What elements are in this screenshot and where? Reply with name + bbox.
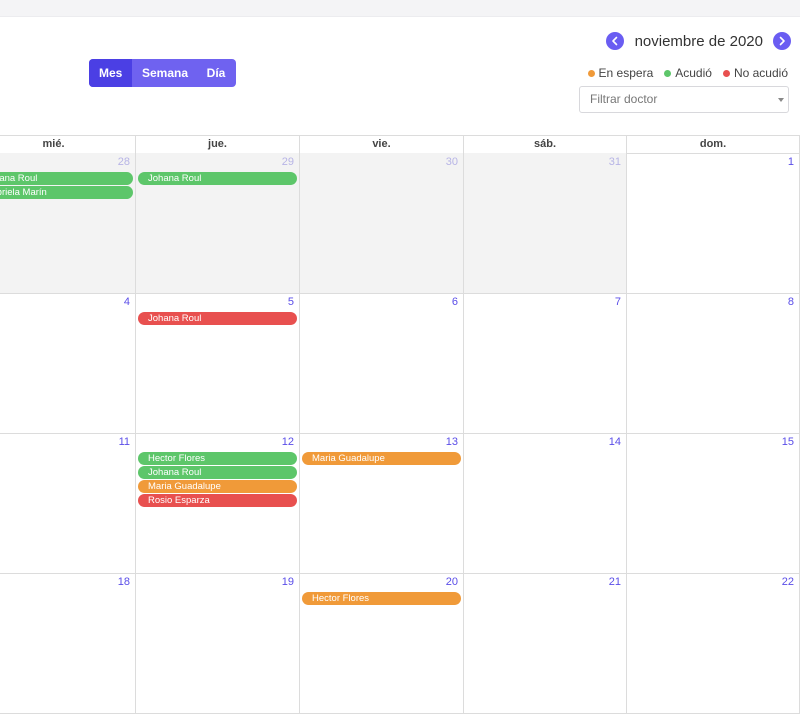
day-number[interactable]: 20 — [446, 576, 458, 588]
top-bar — [0, 0, 800, 17]
day-cell[interactable]: 13 Maria Guadalupe — [300, 433, 464, 573]
doctor-filter-placeholder: Filtrar doctor — [590, 92, 658, 106]
day-cell[interactable]: 5 Johana Roul — [136, 293, 300, 433]
day-number[interactable]: 22 — [782, 576, 794, 588]
day-number[interactable]: 1 — [788, 156, 794, 168]
day-cell[interactable]: 15 — [627, 433, 800, 573]
legend-dot-orange — [587, 69, 595, 77]
dropdown-arrow-icon — [778, 98, 784, 102]
legend-dot-green — [664, 69, 672, 77]
doctor-filter-select[interactable]: Filtrar doctor — [579, 86, 789, 113]
view-week-button[interactable]: Semana — [132, 59, 196, 87]
day-cell[interactable]: 20 Hector Flores — [300, 573, 464, 713]
day-cell[interactable]: 12 Hector Flores Johana Roul Maria Guadalup… — [136, 433, 300, 573]
day-number[interactable]: 15 — [782, 436, 794, 448]
chevron-left-icon — [611, 36, 617, 46]
day-cell[interactable]: 21 — [464, 573, 627, 713]
legend-label: En espera — [598, 66, 654, 80]
day-number[interactable]: 12 — [282, 436, 294, 448]
day-cell[interactable]: 18 — [0, 573, 136, 713]
day-number[interactable]: 13 — [446, 436, 458, 448]
day-cell[interactable]: 22 — [627, 573, 800, 713]
day-cell[interactable]: 7 — [464, 293, 627, 433]
day-number[interactable]: 19 — [282, 576, 294, 588]
appointment-event[interactable]: Maria Guadalupe — [138, 480, 297, 493]
day-cell[interactable]: 19 — [136, 573, 300, 713]
day-cell[interactable]: 11 — [0, 433, 136, 573]
day-cell[interactable]: 4 — [0, 293, 136, 433]
chevron-right-icon — [779, 36, 785, 46]
column-header: dom. — [627, 136, 800, 153]
prev-month-button[interactable] — [605, 32, 624, 50]
appointment-event[interactable]: Gabriela Marín — [0, 186, 133, 199]
column-header: jue. — [136, 136, 300, 153]
view-month-button[interactable]: Mes — [89, 59, 132, 87]
appointment-event[interactable]: Hector Flores — [138, 452, 297, 465]
month-title: noviembre de 2020 — [634, 32, 763, 50]
legend-item-acudio: Acudió — [664, 66, 712, 80]
day-number[interactable]: 14 — [609, 436, 621, 448]
appointment-event[interactable]: Rosio Esparza — [138, 494, 297, 507]
day-number[interactable]: 28 — [118, 156, 130, 168]
day-cell[interactable]: 29 Johana Roul — [136, 153, 300, 293]
column-header: mié. — [0, 136, 136, 153]
appointment-event[interactable]: Johana Roul — [138, 312, 297, 325]
day-cell[interactable]: 8 — [627, 293, 800, 433]
day-cell[interactable]: 30 — [300, 153, 464, 293]
day-number[interactable]: 21 — [609, 576, 621, 588]
week-row: 4 5 Johana Roul 6 7 8 — [0, 293, 800, 434]
day-number[interactable]: 31 — [609, 156, 621, 168]
week-row: 28Johana RoulGabriela Marín29Johana Roul… — [0, 153, 800, 294]
view-day-button[interactable]: Día — [196, 59, 236, 87]
day-number[interactable]: 29 — [282, 156, 294, 168]
day-number[interactable]: 7 — [615, 296, 621, 308]
day-number[interactable]: 5 — [288, 296, 294, 308]
appointment-event[interactable]: Hector Flores — [302, 592, 461, 605]
column-header: vie. — [300, 136, 464, 153]
next-month-button[interactable] — [773, 32, 791, 50]
appointment-event[interactable]: Johana Roul — [0, 172, 133, 185]
legend-label: No acudió — [733, 66, 788, 80]
day-cell[interactable]: 28 Johana RoulGabriela Marín — [0, 153, 136, 293]
day-cell[interactable]: 1 — [627, 153, 800, 293]
appointment-event[interactable]: Johana Roul — [138, 466, 297, 479]
week-row: 11 12 Hector Flores Johana Roul Maria Guadal… — [0, 433, 800, 574]
status-legend: En espera Acudió No acudió — [577, 66, 788, 80]
week-row: 18 19 20 Hector Flores 21 22 — [0, 573, 800, 714]
day-number[interactable]: 6 — [452, 296, 458, 308]
day-number[interactable]: 8 — [788, 296, 794, 308]
day-number[interactable]: 30 — [446, 156, 458, 168]
legend-dot-red — [722, 69, 730, 77]
legend-label: Acudió — [675, 66, 712, 80]
legend-item-en-espera: En espera — [587, 66, 654, 80]
day-number[interactable]: 4 — [124, 296, 130, 308]
day-cell[interactable]: 6 — [300, 293, 464, 433]
day-cell[interactable]: 31 — [464, 153, 627, 293]
day-number[interactable]: 11 — [119, 436, 130, 448]
legend-item-no-acudio: No acudió — [722, 66, 788, 80]
day-cell[interactable]: 14 — [464, 433, 627, 573]
calendar-header: mié. jue. vie. sáb. dom. — [0, 135, 800, 154]
column-header: sáb. — [464, 136, 627, 153]
appointment-event[interactable]: Maria Guadalupe — [302, 452, 461, 465]
view-switch: Mes Semana Día — [89, 59, 236, 87]
day-number[interactable]: 18 — [118, 576, 130, 588]
appointment-event[interactable]: Johana Roul — [138, 172, 297, 185]
month-navigation: noviembre de 2020 — [605, 31, 791, 51]
month-calendar: mié.jue.vie.sáb.dom. 28Johana RoulGabrie… — [0, 135, 800, 714]
